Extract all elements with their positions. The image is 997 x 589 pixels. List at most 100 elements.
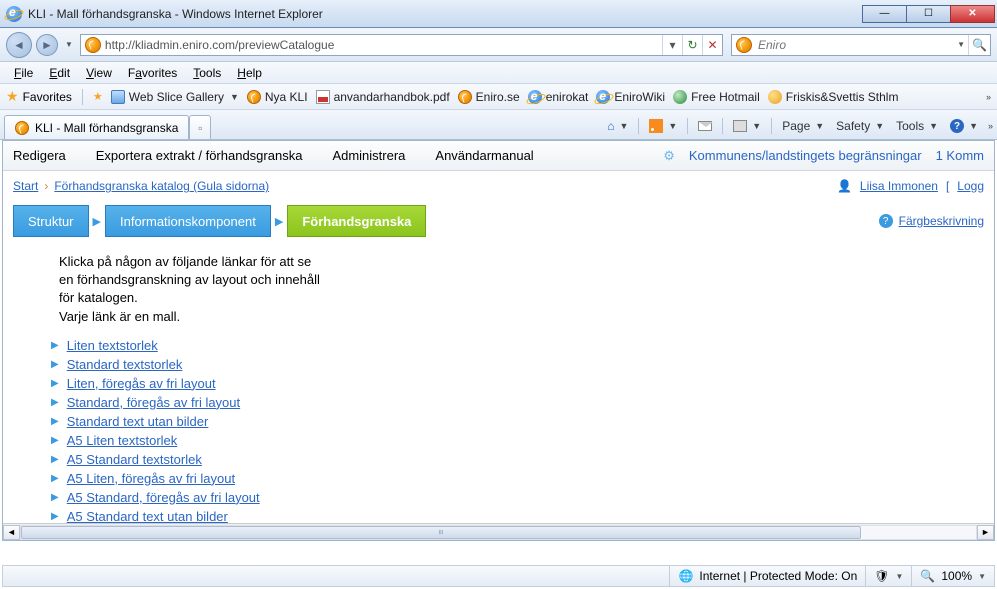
menu-tools[interactable]: Tools: [185, 64, 229, 82]
tab-active[interactable]: KLI - Mall förhandsgranska: [4, 115, 189, 139]
search-input[interactable]: [756, 38, 954, 52]
maximize-button[interactable]: [906, 5, 951, 23]
search-button[interactable]: 🔍: [968, 35, 990, 55]
close-button[interactable]: [950, 5, 995, 23]
separator: [82, 89, 83, 105]
feeds-button[interactable]: ▼: [645, 117, 681, 135]
favorites-label[interactable]: Favorites: [23, 90, 72, 104]
zoom-icon: 🔍: [920, 569, 935, 583]
help-button[interactable]: ?▼: [946, 117, 982, 135]
scroll-right-button[interactable]: ►: [977, 525, 994, 540]
ie-icon: [528, 90, 542, 104]
fav-hotmail[interactable]: Free Hotmail: [673, 90, 760, 104]
fav-pdf[interactable]: anvandarhandbok.pdf: [316, 90, 450, 104]
triangle-icon: ▶: [51, 473, 59, 484]
breadcrumb: Start › Förhandsgranska katalog (Gula si…: [3, 171, 994, 201]
horizontal-scrollbar[interactable]: ◄ ►: [3, 523, 994, 540]
scroll-left-button[interactable]: ◄: [3, 525, 20, 540]
safety-menu[interactable]: Safety▼: [832, 117, 888, 135]
command-overflow[interactable]: »: [988, 121, 993, 131]
logout-link[interactable]: Logg: [957, 179, 984, 193]
template-link-list: ▶Liten textstorlek ▶Standard textstorlek…: [3, 336, 994, 536]
history-dropdown[interactable]: ▼: [62, 40, 76, 49]
friskis-icon: [768, 90, 782, 104]
template-link[interactable]: A5 Standard text utan bilder: [67, 509, 228, 524]
template-link[interactable]: A5 Standard, föregås av fri layout: [67, 490, 260, 505]
new-tab-button[interactable]: ▫: [189, 115, 211, 139]
add-to-favorites-bar[interactable]: ★: [93, 90, 103, 103]
begransningar-link[interactable]: Kommunens/landstingets begränsningar: [689, 148, 922, 163]
template-link[interactable]: Standard textstorlek: [67, 357, 183, 372]
home-button[interactable]: ⌂▼: [603, 117, 632, 135]
app-menu-manual[interactable]: Användarmanual: [435, 148, 533, 163]
scroll-thumb[interactable]: [21, 526, 861, 539]
zoom-control[interactable]: 🔍 100% ▼: [911, 566, 994, 586]
list-item: ▶Liten, föregås av fri layout: [51, 374, 984, 393]
crumb-current[interactable]: Förhandsgranska katalog (Gula sidorna): [54, 179, 269, 193]
search-provider-dropdown[interactable]: ▼: [954, 40, 968, 49]
globe-icon: [673, 90, 687, 104]
print-button[interactable]: ▼: [729, 118, 765, 134]
template-link[interactable]: A5 Liten, föregås av fri layout: [67, 471, 235, 486]
tab-struktur[interactable]: Struktur: [13, 205, 89, 237]
app-menu-exportera[interactable]: Exportera extrakt / förhandsgranska: [96, 148, 303, 163]
template-link[interactable]: A5 Standard textstorlek: [67, 452, 202, 467]
security-zone[interactable]: 🌐 Internet | Protected Mode: On: [669, 566, 865, 586]
refresh-button[interactable]: ↻: [682, 35, 702, 55]
fav-enirowiki[interactable]: EniroWiki: [596, 90, 665, 104]
fav-friskis[interactable]: Friskis&Svettis Sthlm: [768, 90, 899, 104]
template-link[interactable]: Standard text utan bilder: [67, 414, 209, 429]
search-provider-icon: [736, 37, 752, 53]
triangle-icon: ▶: [51, 511, 59, 522]
read-mail-button[interactable]: [694, 119, 716, 133]
list-item: ▶Standard textstorlek: [51, 355, 984, 374]
shield-icon: 🛡: [874, 569, 889, 583]
stop-button[interactable]: ✕: [702, 35, 722, 55]
fav-nya-kli[interactable]: Nya KLI: [247, 90, 308, 104]
template-link[interactable]: Liten textstorlek: [67, 338, 158, 353]
fav-enirokat[interactable]: enirokat: [528, 90, 589, 104]
status-bar: 🌐 Internet | Protected Mode: On 🛡▼ 🔍 100…: [2, 565, 995, 587]
tools-menu[interactable]: Tools▼: [892, 117, 942, 135]
zoom-value: 100%: [941, 569, 972, 583]
back-button[interactable]: ◄: [6, 32, 32, 58]
template-link[interactable]: Standard, föregås av fri layout: [67, 395, 240, 410]
address-dropdown[interactable]: ▾: [662, 35, 682, 55]
fav-web-slice[interactable]: Web Slice Gallery▼: [111, 90, 239, 104]
menu-view[interactable]: View: [78, 64, 120, 82]
app-menu-redigera[interactable]: Redigera: [13, 148, 66, 163]
kommun-count[interactable]: 1 Komm: [936, 148, 984, 163]
favorites-overflow[interactable]: »: [986, 92, 991, 102]
arrow-icon: ▶: [93, 215, 101, 228]
protected-mode-toggle[interactable]: 🛡▼: [865, 566, 911, 586]
fargbeskrivning-link[interactable]: Färgbeskrivning: [899, 214, 984, 228]
menu-edit[interactable]: Edit: [41, 64, 78, 82]
address-bar[interactable]: ▾ ↻ ✕: [80, 34, 723, 56]
forward-button[interactable]: ►: [36, 34, 58, 56]
minimize-button[interactable]: [862, 5, 907, 23]
app-menu-administrera[interactable]: Administrera: [332, 148, 405, 163]
fav-eniro-se[interactable]: Eniro.se: [458, 90, 520, 104]
page-menu[interactable]: Page▼: [778, 117, 828, 135]
tab-bar: KLI - Mall förhandsgranska ▫ ⌂▼ ▼ ▼ Page…: [0, 110, 997, 140]
gear-icon: ⚙: [663, 148, 675, 164]
template-link[interactable]: Liten, föregås av fri layout: [67, 376, 216, 391]
template-link[interactable]: A5 Liten textstorlek: [67, 433, 178, 448]
pdf-icon: [316, 90, 330, 104]
list-item: ▶Standard text utan bilder: [51, 412, 984, 431]
scroll-track[interactable]: [20, 525, 977, 540]
favorites-star-icon[interactable]: ★: [6, 88, 19, 105]
window-title: KLI - Mall förhandsgranska - Windows Int…: [28, 7, 863, 21]
user-icon: 👤: [837, 179, 852, 193]
menu-favorites[interactable]: Favorites: [120, 64, 185, 82]
window-titlebar: KLI - Mall förhandsgranska - Windows Int…: [0, 0, 997, 28]
user-link[interactable]: Liisa Immonen: [860, 179, 938, 193]
tab-informationskomponent[interactable]: Informationskomponent: [105, 205, 271, 237]
menu-help[interactable]: Help: [229, 64, 270, 82]
search-box[interactable]: ▼ 🔍: [731, 34, 991, 56]
menu-file[interactable]: FFileile: [6, 64, 41, 82]
crumb-start[interactable]: Start: [13, 179, 38, 193]
tab-forhandsgranska[interactable]: Förhandsgranska: [287, 205, 426, 237]
url-input[interactable]: [105, 38, 662, 52]
ie-icon: [596, 90, 610, 104]
